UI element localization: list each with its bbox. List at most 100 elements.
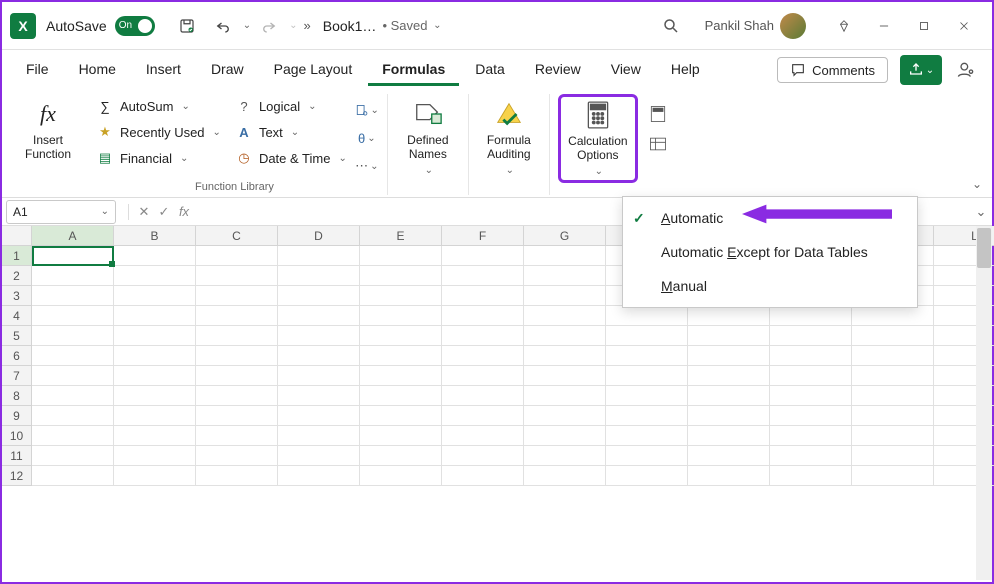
group-insert-function: fx Insert Function [8,94,82,195]
fx-icon[interactable]: fx [175,204,193,219]
comments-button[interactable]: Comments [777,57,888,83]
formula-bar-controls: ✕ ✓ fx [128,204,193,220]
more-functions-icon[interactable]: ⋯⌄ [355,154,379,178]
cancel-formula-icon[interactable]: ✕ [135,204,153,220]
row-header-11[interactable]: 11 [2,446,32,466]
annotation-arrow [742,202,892,226]
select-all-corner[interactable] [2,226,32,246]
tab-draw[interactable]: Draw [197,55,258,86]
star-icon: ★ [96,124,114,140]
text-icon: A [235,125,253,140]
tab-file[interactable]: File [12,55,63,86]
col-header-g[interactable]: G [524,226,606,246]
col-header-a[interactable]: A [32,226,114,246]
row-header-3[interactable]: 3 [2,286,32,306]
expand-formula-bar-icon[interactable]: ⌄ [970,204,992,220]
tab-data[interactable]: Data [461,55,519,86]
defined-names-button[interactable]: Defined Names⌄ [396,94,460,181]
name-box[interactable]: A1⌄ [6,200,116,224]
group-calculation: Calculation Options⌄ [550,94,680,195]
qat-overflow-icon[interactable]: » [304,18,311,33]
autosum-button[interactable]: ∑AutoSum⌄ [90,94,227,118]
warning-check-icon [494,98,524,130]
tab-page-layout[interactable]: Page Layout [260,55,367,86]
share-button[interactable]: ⌄ [900,55,942,85]
col-header-c[interactable]: C [196,226,278,246]
undo-chevron-icon[interactable]: ⌄ [243,20,251,31]
vertical-scrollbar[interactable] [976,226,992,580]
tab-review[interactable]: Review [521,55,595,86]
enter-formula-icon[interactable]: ✓ [155,204,173,220]
tab-help[interactable]: Help [657,55,714,86]
sigma-icon: ∑ [96,99,114,114]
col-header-b[interactable]: B [114,226,196,246]
presence-icon[interactable] [950,54,982,86]
autosave-toggle[interactable]: On [115,16,155,36]
book-icon: ▤ [96,150,114,166]
autosave-label: AutoSave [46,18,107,34]
minimize-icon[interactable] [864,8,904,44]
user-name[interactable]: Pankil Shah [705,18,774,33]
row-header-10[interactable]: 10 [2,426,32,446]
row-header-1[interactable]: 1 [2,246,32,266]
col-header-d[interactable]: D [278,226,360,246]
clock-icon: ◷ [235,150,253,166]
group-defined-names: Defined Names⌄ [388,94,469,195]
avatar[interactable] [780,13,806,39]
tag-icon [413,98,443,130]
calculate-now-icon[interactable] [646,102,670,126]
function-library-label: Function Library [195,179,274,195]
tab-formulas[interactable]: Formulas [368,55,459,86]
redo-chevron-icon[interactable]: ⌄ [289,20,297,31]
group-formula-auditing: Formula Auditing⌄ [469,94,550,195]
check-icon: ✓ [633,210,645,227]
row-header-2[interactable]: 2 [2,266,32,286]
row-header-8[interactable]: 8 [2,386,32,406]
lookup-icon[interactable]: ⌄ [355,98,379,122]
fx-icon: fx [40,98,56,130]
row-header-9[interactable]: 9 [2,406,32,426]
excel-app-icon: X [10,13,36,39]
calculate-sheet-icon[interactable] [646,132,670,156]
row-header-5[interactable]: 5 [2,326,32,346]
text-button[interactable]: AText⌄ [229,120,353,144]
collapse-ribbon-icon[interactable]: ⌄ [972,177,982,191]
calculation-options-button[interactable]: Calculation Options⌄ [558,94,638,183]
search-icon[interactable] [653,8,689,44]
math-icon[interactable]: θ⌄ [355,126,379,150]
saved-status[interactable]: • Saved ⌄ [382,18,441,33]
redo-icon[interactable] [253,10,285,42]
restore-icon[interactable] [904,8,944,44]
autosave-state: On [119,20,132,31]
titlebar: X AutoSave On ⌄ ⌄ » Book1… • Saved ⌄ Pan… [2,2,992,50]
formula-auditing-button[interactable]: Formula Auditing⌄ [477,94,541,181]
menubar: File Home Insert Draw Page Layout Formul… [2,50,992,90]
question-icon: ? [235,99,253,114]
save-icon[interactable] [171,10,203,42]
row-header-4[interactable]: 4 [2,306,32,326]
close-icon[interactable] [944,8,984,44]
row-header-12[interactable]: 12 [2,466,32,486]
calc-option-auto-except[interactable]: Automatic Except for Data Tables [623,235,917,269]
document-title[interactable]: Book1… [323,18,377,34]
ribbon: fx Insert Function ∑AutoSum⌄ ★Recently U… [2,90,992,198]
calc-option-manual[interactable]: Manual [623,269,917,303]
group-function-library: ∑AutoSum⌄ ★Recently Used⌄ ▤Financial⌄ ?L… [82,94,388,195]
datetime-button[interactable]: ◷Date & Time⌄ [229,146,353,170]
calculator-icon [585,99,611,131]
financial-button[interactable]: ▤Financial⌄ [90,146,227,170]
tab-insert[interactable]: Insert [132,55,195,86]
tab-home[interactable]: Home [65,55,130,86]
tab-view[interactable]: View [597,55,655,86]
scrollbar-thumb[interactable] [977,228,991,268]
selected-cell[interactable] [32,246,114,266]
logical-button[interactable]: ?Logical⌄ [229,94,353,118]
row-header-6[interactable]: 6 [2,346,32,366]
premium-icon[interactable] [824,8,864,44]
undo-icon[interactable] [207,10,239,42]
row-header-7[interactable]: 7 [2,366,32,386]
insert-function-button[interactable]: fx Insert Function [16,94,80,166]
col-header-e[interactable]: E [360,226,442,246]
col-header-f[interactable]: F [442,226,524,246]
recently-used-button[interactable]: ★Recently Used⌄ [90,120,227,144]
